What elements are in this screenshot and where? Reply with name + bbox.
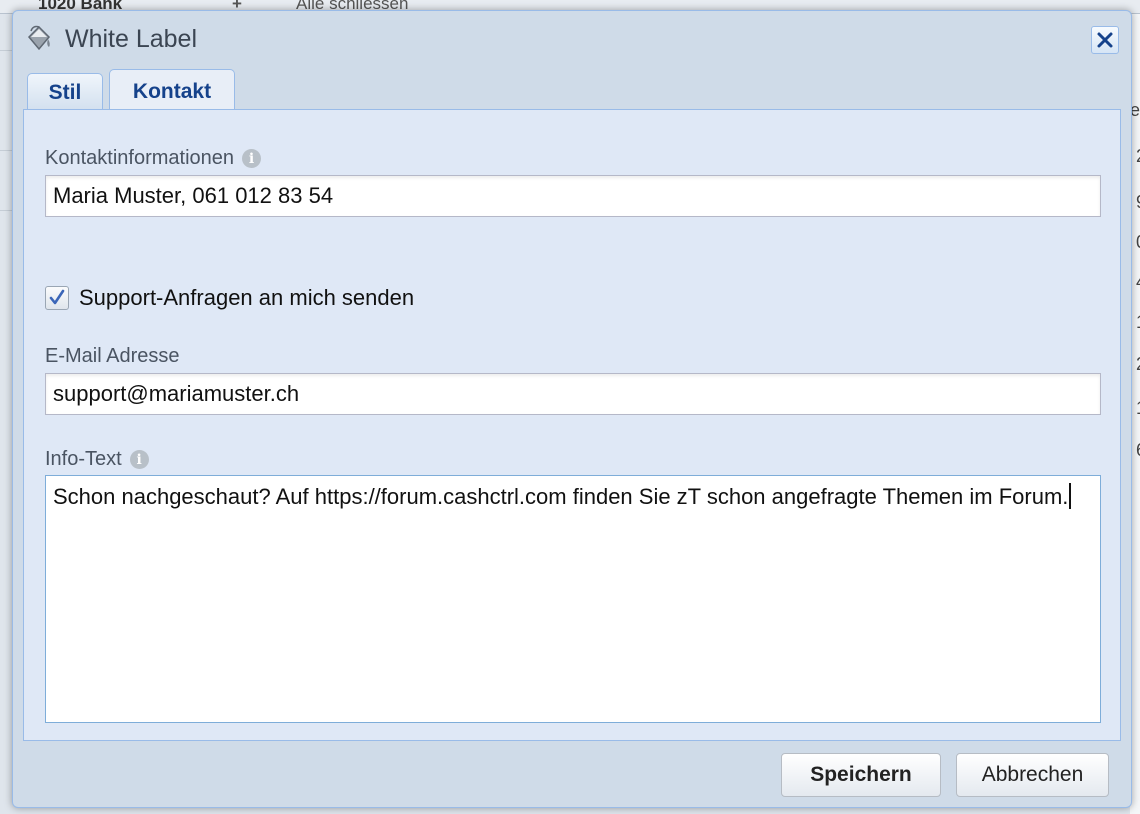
info-text-value: Schon nachgeschaut? Auf https://forum.ca… [53,484,1069,509]
background-cell: 2 [1136,146,1140,167]
background-cell: 0 [1136,232,1140,253]
white-label-dialog: White Label Stil Kontakt Kontaktinformat… [12,10,1132,808]
text-caret [1069,483,1072,509]
info-text-textarea[interactable]: Schon nachgeschaut? Auf https://forum.ca… [45,475,1101,723]
email-label: E-Mail Adresse [45,345,180,368]
close-button[interactable] [1091,26,1119,54]
dialog-titlebar[interactable]: White Label [13,11,1131,67]
info-text-label: Info-Text i [45,448,149,471]
save-button[interactable]: Speichern [781,753,941,797]
paint-bucket-icon [23,23,53,53]
support-requests-option[interactable]: Support-Anfragen an mich senden [45,285,414,311]
background-cell: 2 [1136,354,1140,375]
background-cell: 1 [1136,398,1140,419]
background-cell: 9 [1136,192,1140,213]
contact-info-label-text: Kontaktinformationen [45,147,235,169]
info-text-label-text: Info-Text [45,448,122,470]
cancel-button[interactable]: Abbrechen [956,753,1109,797]
dialog-title: White Label [65,25,198,53]
email-label-text: E-Mail Adresse [45,345,180,367]
tab-stil[interactable]: Stil [27,73,103,111]
info-icon[interactable]: i [129,450,149,469]
info-icon[interactable]: i [242,149,262,168]
contact-info-input[interactable] [45,175,1101,217]
checkmark-icon [49,289,65,305]
contact-info-label: Kontaktinformationen i [45,147,262,170]
support-requests-label[interactable]: Support-Anfragen an mich senden [79,285,414,311]
background-cell: 6 [1136,440,1140,461]
close-icon [1097,32,1113,48]
background-cell: 1 [1136,312,1140,333]
tab-kontakt[interactable]: Kontakt [109,69,235,113]
email-input[interactable] [45,373,1101,415]
background-cell: 4 [1136,272,1140,293]
support-requests-checkbox[interactable] [45,286,69,310]
kontakt-panel: Kontaktinformationen i Support-Anfragen … [23,109,1121,741]
